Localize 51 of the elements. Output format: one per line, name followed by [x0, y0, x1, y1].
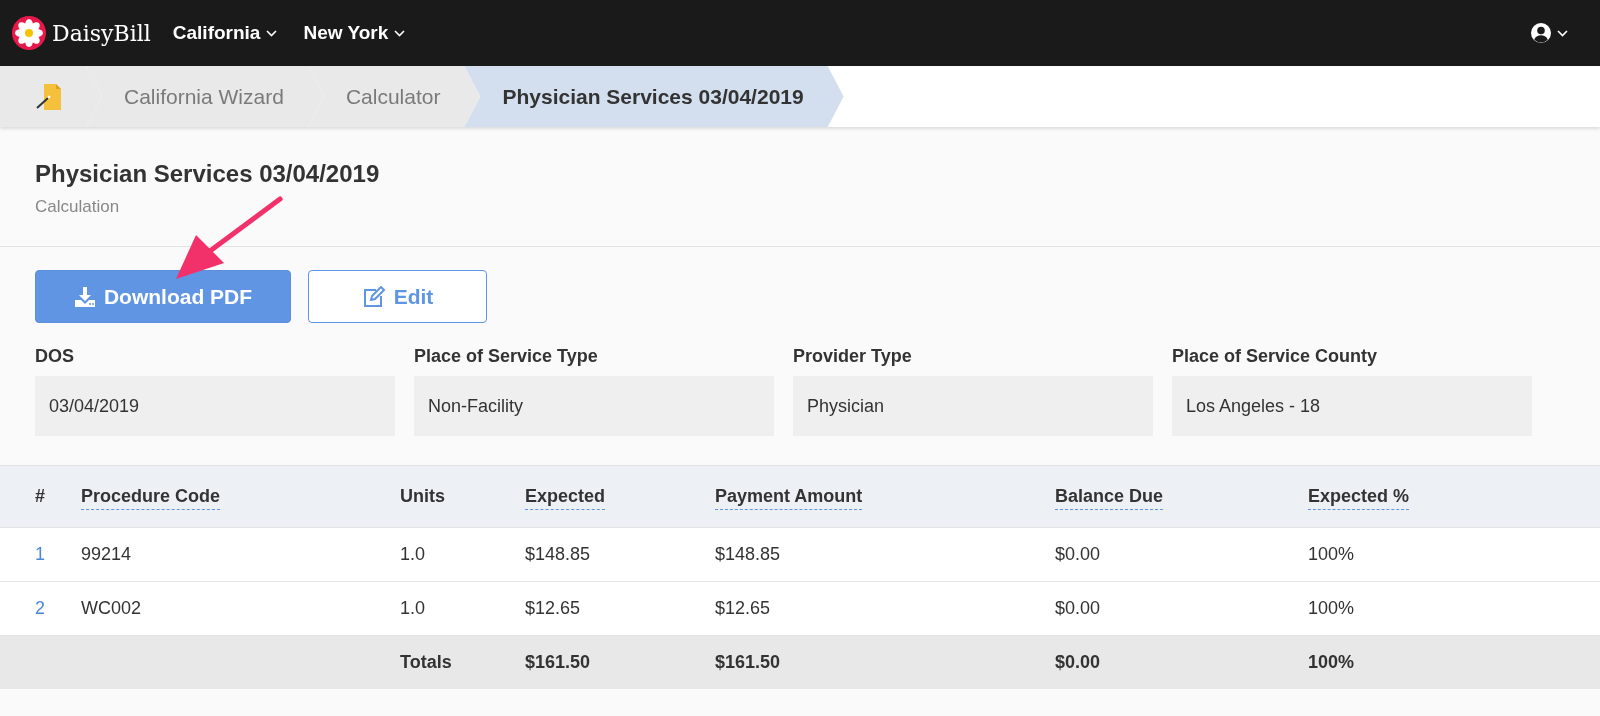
table-cell: $12.65 — [525, 598, 581, 618]
column-header[interactable]: Expected % — [1308, 486, 1410, 510]
field-label: Place of Service County — [1172, 346, 1379, 367]
flower-logo-icon — [12, 16, 46, 50]
state-menu[interactable]: California — [172, 22, 278, 44]
page-subtitle: Calculation — [35, 197, 120, 217]
column-header[interactable]: Payment Amount — [715, 486, 863, 510]
table-cell: 100% — [1308, 544, 1355, 564]
field-label: Provider Type — [793, 346, 913, 367]
table-cell: $0.00 — [1055, 598, 1101, 618]
download-icon — [73, 285, 96, 308]
caret-icon — [1557, 29, 1568, 37]
readonly-field: Los Angeles - 18 — [1172, 376, 1532, 436]
row-number-link[interactable]: 1 — [35, 544, 45, 564]
field-label: Place of Service Type — [414, 346, 599, 367]
column-header[interactable]: Balance Due — [1055, 486, 1164, 510]
state-menu[interactable]: New York — [303, 22, 406, 44]
edit-icon — [361, 285, 386, 308]
readonly-field: Non-Facility — [414, 376, 774, 436]
column-header[interactable]: Expected — [525, 486, 606, 510]
page-title: Physician Services 03/04/2019 — [35, 160, 380, 188]
row-number-link[interactable]: 2 — [35, 598, 45, 618]
table-cell: $148.85 — [715, 544, 781, 564]
table-cell: 99214 — [81, 544, 132, 564]
column-header: # — [35, 486, 45, 508]
table-cell: 100% — [1308, 598, 1355, 618]
breadcrumb-link[interactable]: Physician Services 03/04/2019 — [464, 66, 844, 127]
user-icon — [1530, 22, 1552, 44]
caret-icon — [266, 29, 278, 37]
wizard-note-icon — [34, 81, 64, 112]
column-header[interactable]: Procedure Code — [81, 486, 221, 510]
breadcrumb-link[interactable]: California Wizard — [86, 66, 324, 127]
user-menu[interactable] — [1530, 22, 1568, 44]
totals-label: Totals — [400, 652, 452, 672]
breadcrumb-link[interactable]: Calculator — [307, 66, 481, 127]
table-cell: 1.0 — [400, 544, 426, 564]
table-cell: WC002 — [81, 598, 142, 618]
total-cell: 100% — [1308, 652, 1355, 672]
field-label: DOS — [35, 346, 75, 367]
column-header: Units — [400, 486, 445, 508]
brand-name[interactable]: DaisyBill — [52, 20, 151, 46]
table-cell: $12.65 — [715, 598, 771, 618]
table-cell: $0.00 — [1055, 544, 1101, 564]
total-cell: $161.50 — [715, 652, 781, 672]
total-cell: $161.50 — [525, 652, 591, 672]
readonly-field: Physician — [793, 376, 1153, 436]
table-cell: 1.0 — [400, 598, 426, 618]
readonly-field: 03/04/2019 — [35, 376, 395, 436]
caret-icon — [394, 29, 406, 37]
table-cell: $148.85 — [525, 544, 591, 564]
total-cell: $0.00 — [1055, 652, 1101, 672]
